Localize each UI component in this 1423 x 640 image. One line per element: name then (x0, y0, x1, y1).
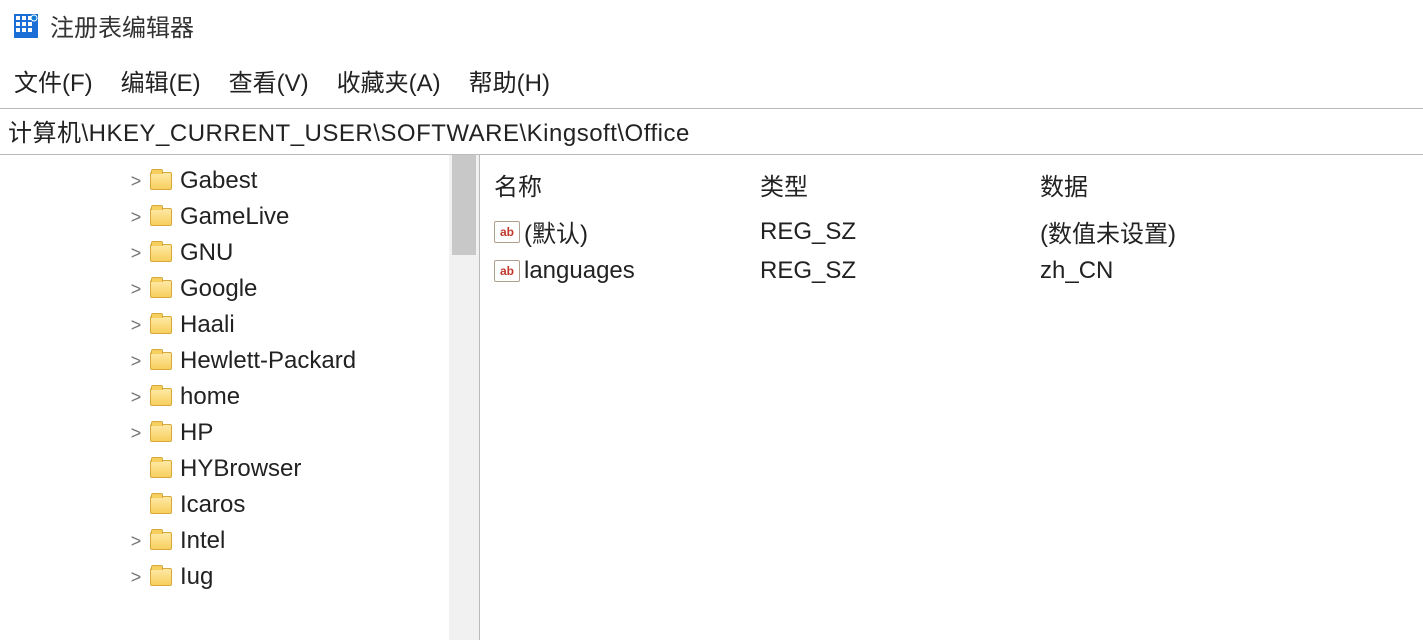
tree-item[interactable]: > Hewlett-Packard (0, 343, 479, 379)
folder-icon (150, 388, 172, 406)
tree-item-label: home (180, 383, 240, 411)
chevron-right-icon[interactable]: > (130, 279, 142, 300)
window-title: 注册表编辑器 (50, 8, 194, 43)
tree-item[interactable]: >HYBrowser (0, 451, 479, 487)
tree-item[interactable]: > Intel (0, 523, 479, 559)
tree-item[interactable]: >Icaros (0, 487, 479, 523)
column-header-name[interactable]: 名称 (480, 167, 760, 202)
string-value-icon: ab (494, 221, 520, 243)
tree-item-label: Intel (180, 527, 225, 555)
chevron-right-icon[interactable]: > (130, 531, 142, 552)
tree-item-label: Google (180, 275, 257, 303)
tree-item-label: Hewlett-Packard (180, 347, 356, 375)
tree-item-label: HYBrowser (180, 455, 301, 483)
folder-icon (150, 316, 172, 334)
tree-item[interactable]: > HP (0, 415, 479, 451)
tree-item[interactable]: > Iug (0, 559, 479, 595)
cell-name: ab(默认) (480, 214, 760, 249)
folder-icon (150, 496, 172, 514)
cell-type: REG_SZ (760, 257, 1040, 285)
chevron-right-icon[interactable]: > (130, 423, 142, 444)
folder-icon (150, 568, 172, 586)
list-row[interactable]: ablanguagesREG_SZzh_CN (480, 253, 1423, 289)
list-row[interactable]: ab(默认)REG_SZ(数值未设置) (480, 210, 1423, 253)
tree-pane: > Gabest > GameLive > GNU > Google > Haali > Hewlet… (0, 155, 480, 640)
string-value-icon: ab (494, 260, 520, 282)
cell-data: zh_CN (1040, 257, 1423, 285)
content-area: > Gabest > GameLive > GNU > Google > Haali > Hewlet… (0, 155, 1423, 640)
tree-item[interactable]: > home (0, 379, 479, 415)
chevron-right-icon[interactable]: > (130, 351, 142, 372)
tree-item-label: HP (180, 419, 213, 447)
chevron-right-icon[interactable]: > (130, 387, 142, 408)
folder-icon (150, 244, 172, 262)
folder-icon (150, 424, 172, 442)
chevron-right-icon[interactable]: > (130, 171, 142, 192)
menubar: 文件(F) 编辑(E) 查看(V) 收藏夹(A) 帮助(H) (0, 47, 1423, 108)
folder-icon (150, 172, 172, 190)
chevron-right-icon[interactable]: > (130, 315, 142, 336)
folder-icon (150, 532, 172, 550)
cell-type: REG_SZ (760, 218, 1040, 246)
tree-item-label: Haali (180, 311, 235, 339)
tree-scrollbar[interactable] (449, 155, 479, 640)
titlebar: 注册表编辑器 (0, 0, 1423, 47)
list-header: 名称 类型 数据 (480, 163, 1423, 210)
folder-icon (150, 208, 172, 226)
tree-item[interactable]: > Gabest (0, 163, 479, 199)
chevron-right-icon[interactable]: > (130, 567, 142, 588)
folder-icon (150, 352, 172, 370)
chevron-right-icon[interactable]: > (130, 243, 142, 264)
menu-favorites[interactable]: 收藏夹(A) (337, 63, 441, 98)
menu-help[interactable]: 帮助(H) (469, 63, 550, 98)
value-name: (默认) (524, 214, 588, 249)
folder-icon (150, 460, 172, 478)
regedit-icon (14, 14, 38, 38)
tree-item-label: GameLive (180, 203, 289, 231)
tree-item[interactable]: > Haali (0, 307, 479, 343)
folder-icon (150, 280, 172, 298)
menu-view[interactable]: 查看(V) (229, 63, 309, 98)
menu-file[interactable]: 文件(F) (14, 63, 93, 98)
list-pane: 名称 类型 数据 ab(默认)REG_SZ(数值未设置)ablanguagesR… (480, 155, 1423, 640)
cell-name: ablanguages (480, 257, 760, 285)
value-name: languages (524, 257, 635, 285)
tree-item-label: GNU (180, 239, 233, 267)
tree-scrollbar-thumb[interactable] (452, 155, 476, 255)
tree-item-label: Gabest (180, 167, 257, 195)
chevron-right-icon[interactable]: > (130, 207, 142, 228)
tree-item-label: Iug (180, 563, 213, 591)
tree-item-label: Icaros (180, 491, 245, 519)
column-header-data[interactable]: 数据 (1040, 167, 1423, 202)
cell-data: (数值未设置) (1040, 214, 1423, 249)
tree-item[interactable]: > GameLive (0, 199, 479, 235)
tree-item[interactable]: > GNU (0, 235, 479, 271)
tree-item[interactable]: > Google (0, 271, 479, 307)
menu-edit[interactable]: 编辑(E) (121, 63, 201, 98)
address-bar[interactable]: 计算机\HKEY_CURRENT_USER\SOFTWARE\Kingsoft\… (0, 108, 1423, 155)
column-header-type[interactable]: 类型 (760, 167, 1040, 202)
